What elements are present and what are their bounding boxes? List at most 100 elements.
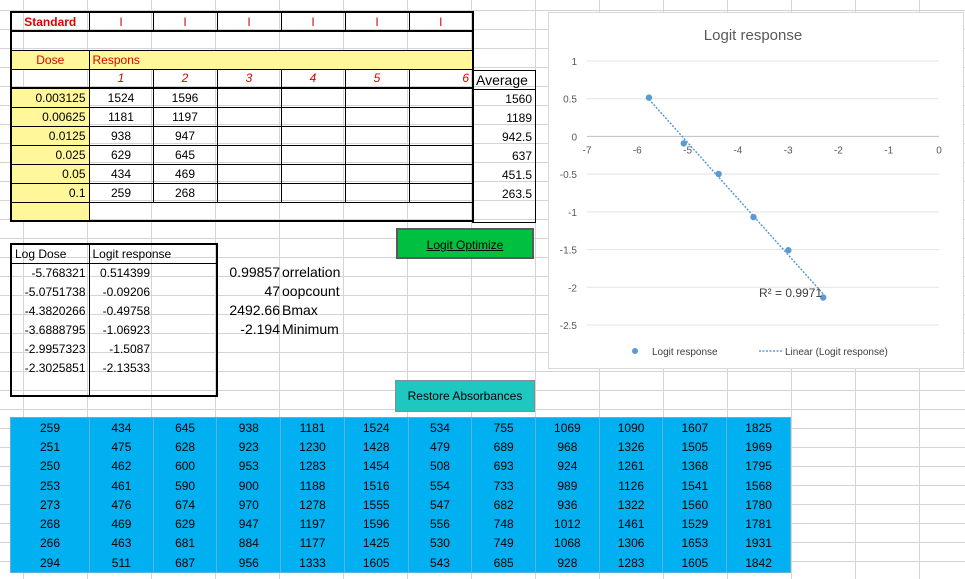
empty-cell[interactable] bbox=[409, 164, 474, 183]
absorbance-cell[interactable]: 294 bbox=[10, 553, 90, 573]
log-dose-value[interactable]: -2.9957323 bbox=[11, 339, 90, 358]
absorbance-cell[interactable]: 1283 bbox=[280, 456, 345, 476]
absorbance-cell[interactable]: 1068 bbox=[535, 533, 600, 554]
absorbance-cell[interactable]: 1780 bbox=[726, 495, 791, 515]
absorbance-cell[interactable]: 956 bbox=[216, 553, 282, 573]
absorbance-cell[interactable]: 1177 bbox=[280, 533, 345, 554]
log-dose-header[interactable]: Log Dose bbox=[11, 244, 90, 264]
stat-row[interactable]: 47 oopcount bbox=[216, 282, 366, 301]
log-dose-value[interactable]: -5.0751738 bbox=[11, 282, 90, 301]
absorbance-cell[interactable]: 543 bbox=[408, 553, 473, 573]
absorbance-cell[interactable]: 508 bbox=[408, 456, 473, 476]
log-dose-value[interactable]: -3.6888795 bbox=[11, 320, 90, 339]
empty-cell[interactable] bbox=[409, 183, 474, 202]
dose-cell[interactable] bbox=[10, 202, 90, 221]
logit-optimize-button[interactable]: Logit Optimize bbox=[396, 228, 534, 259]
absorbance-cell[interactable]: 1795 bbox=[726, 456, 791, 476]
absorbance-cell[interactable]: 884 bbox=[216, 533, 282, 554]
response-value[interactable]: 645 bbox=[153, 145, 218, 164]
empty-cell[interactable] bbox=[281, 107, 346, 126]
absorbance-cell[interactable]: 590 bbox=[153, 475, 218, 496]
absorbance-cell[interactable]: 1529 bbox=[662, 514, 728, 534]
absorbance-cell[interactable]: 1605 bbox=[344, 553, 409, 573]
average-value[interactable]: 637 bbox=[473, 147, 535, 166]
absorbance-cell[interactable]: 1596 bbox=[344, 514, 409, 534]
absorbance-cell[interactable]: 953 bbox=[216, 456, 282, 476]
stat-row[interactable]: -2.194 Minimum bbox=[216, 320, 366, 339]
absorbance-cell[interactable]: 1607 bbox=[662, 417, 728, 438]
absorbance-cell[interactable]: 461 bbox=[89, 475, 154, 496]
response-value[interactable]: 938 bbox=[89, 126, 154, 145]
response-value[interactable]: 469 bbox=[153, 164, 218, 183]
absorbance-cell[interactable]: 1454 bbox=[344, 456, 409, 476]
empty-cell[interactable] bbox=[153, 339, 217, 358]
response-value[interactable]: 434 bbox=[89, 164, 154, 183]
stat-row[interactable]: 0.99857 orrelation bbox=[216, 263, 366, 282]
absorbance-cell[interactable]: 923 bbox=[216, 437, 282, 457]
absorbance-cell[interactable]: 628 bbox=[153, 437, 218, 457]
empty-cell[interactable] bbox=[281, 145, 346, 164]
average-value[interactable]: 942.5 bbox=[473, 128, 535, 147]
absorbance-cell[interactable]: 1012 bbox=[535, 514, 600, 534]
absorbance-cell[interactable]: 682 bbox=[471, 495, 537, 515]
empty-cell[interactable] bbox=[409, 126, 474, 145]
absorbance-cell[interactable]: 629 bbox=[153, 514, 218, 534]
empty-cell[interactable] bbox=[217, 164, 282, 183]
logit-response-header[interactable]: Logit response bbox=[89, 244, 218, 264]
absorbance-cell[interactable]: 1283 bbox=[599, 553, 664, 573]
average-value[interactable]: 451.5 bbox=[473, 166, 535, 185]
absorbance-cell[interactable]: 1781 bbox=[726, 514, 791, 534]
absorbance-cell[interactable]: 469 bbox=[89, 514, 154, 534]
header-mark[interactable]: I bbox=[281, 12, 346, 31]
absorbance-cell[interactable]: 1126 bbox=[599, 475, 664, 496]
absorbance-cell[interactable]: 1605 bbox=[662, 553, 728, 573]
header-mark[interactable]: I bbox=[89, 12, 154, 31]
empty-cell[interactable] bbox=[217, 183, 282, 202]
absorbance-cell[interactable]: 434 bbox=[89, 417, 154, 438]
absorbance-cell[interactable]: 1560 bbox=[662, 495, 728, 515]
empty-cell[interactable] bbox=[345, 107, 410, 126]
empty-cell[interactable] bbox=[89, 377, 217, 396]
average-value[interactable]: 263.5 bbox=[473, 185, 535, 204]
empty-cell[interactable] bbox=[153, 263, 217, 282]
absorbance-cell[interactable]: 1505 bbox=[662, 437, 728, 457]
average-value[interactable]: 1189 bbox=[473, 109, 535, 128]
restore-absorbances-button[interactable]: Restore Absorbances bbox=[395, 380, 535, 412]
absorbance-cell[interactable]: 251 bbox=[10, 437, 90, 457]
header-mark[interactable]: I bbox=[217, 12, 282, 31]
absorbance-cell[interactable]: 479 bbox=[408, 437, 473, 457]
response-value[interactable]: 259 bbox=[89, 183, 154, 202]
dose-label[interactable]: Dose bbox=[10, 50, 90, 69]
header-mark[interactable]: I bbox=[153, 12, 218, 31]
response-value[interactable]: 947 bbox=[153, 126, 218, 145]
absorbance-cell[interactable]: 273 bbox=[10, 495, 90, 515]
absorbance-cell[interactable]: 547 bbox=[408, 495, 473, 515]
empty-cell[interactable] bbox=[281, 183, 346, 202]
absorbance-cell[interactable]: 749 bbox=[471, 533, 537, 554]
empty-cell[interactable] bbox=[153, 282, 217, 301]
absorbance-cell[interactable]: 534 bbox=[408, 417, 473, 438]
rep-number[interactable]: 2 bbox=[153, 69, 218, 88]
absorbance-cell[interactable]: 687 bbox=[153, 553, 218, 573]
empty-cell[interactable] bbox=[153, 320, 217, 339]
absorbance-cell[interactable]: 989 bbox=[535, 475, 600, 496]
empty-cell[interactable] bbox=[281, 88, 346, 107]
absorbance-cell[interactable]: 947 bbox=[216, 514, 282, 534]
stat-row[interactable]: 2492.66 Bmax bbox=[216, 301, 366, 320]
absorbance-cell[interactable]: 463 bbox=[89, 533, 154, 554]
empty-cell[interactable] bbox=[217, 107, 282, 126]
dose-value[interactable]: 0.025 bbox=[10, 145, 90, 164]
empty-cell[interactable] bbox=[89, 202, 474, 221]
empty-cell[interactable] bbox=[409, 107, 474, 126]
absorbance-cell[interactable]: 253 bbox=[10, 475, 90, 496]
absorbance-cell[interactable]: 1524 bbox=[344, 417, 409, 438]
response-label[interactable]: Respons bbox=[89, 50, 474, 69]
absorbance-cell[interactable]: 645 bbox=[153, 417, 218, 438]
absorbance-cell[interactable]: 938 bbox=[216, 417, 282, 438]
absorbance-cell[interactable]: 928 bbox=[535, 553, 600, 573]
absorbance-cell[interactable]: 681 bbox=[153, 533, 218, 554]
absorbance-cell[interactable]: 266 bbox=[10, 533, 90, 554]
response-value[interactable]: 1524 bbox=[89, 88, 154, 107]
absorbance-cell[interactable]: 1278 bbox=[280, 495, 345, 515]
average-header[interactable]: Average bbox=[472, 70, 536, 90]
